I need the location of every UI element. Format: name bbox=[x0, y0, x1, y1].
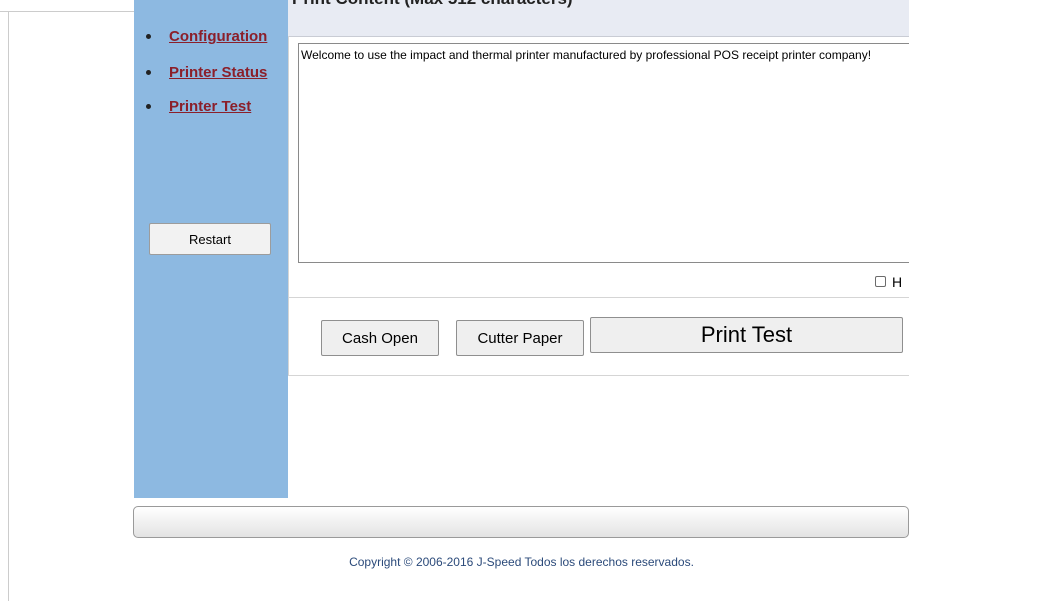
header-divider bbox=[288, 36, 909, 37]
print-content-input[interactable]: Welcome to use the impact and thermal pr… bbox=[298, 43, 938, 263]
progress-bar bbox=[133, 506, 909, 538]
sidebar: Configuration Printer Status Printer Tes… bbox=[134, 0, 288, 498]
panel-border bbox=[288, 36, 289, 376]
buttons-divider bbox=[288, 297, 909, 298]
hex-checkbox-label: H bbox=[892, 274, 903, 290]
page: Configuration Printer Status Printer Tes… bbox=[0, 0, 1043, 601]
bullet-icon bbox=[146, 104, 151, 109]
cash-open-button[interactable]: Cash Open bbox=[321, 320, 439, 356]
print-test-button[interactable]: Print Test bbox=[590, 317, 903, 353]
printer-status-link[interactable]: Printer Status bbox=[169, 64, 267, 81]
printer-test-link[interactable]: Printer Test bbox=[169, 98, 251, 115]
content-clip-area bbox=[909, 0, 1043, 380]
cutter-paper-button[interactable]: Cutter Paper bbox=[456, 320, 584, 356]
left-divider bbox=[8, 11, 9, 601]
restart-button[interactable]: Restart bbox=[149, 223, 271, 255]
hex-checkbox[interactable] bbox=[875, 276, 886, 287]
section-header: Print Content (Max 512 characters) bbox=[288, 0, 909, 36]
bullet-icon bbox=[146, 70, 151, 75]
copyright-text: Copyright © 2006-2016 J-Speed Todos los … bbox=[349, 555, 694, 569]
panel-bottom-divider bbox=[288, 375, 909, 376]
section-title: Print Content (Max 512 characters) bbox=[292, 0, 573, 9]
bullet-icon bbox=[146, 34, 151, 39]
print-test-panel: Print Content (Max 512 characters) Welco… bbox=[288, 0, 938, 376]
configuration-link[interactable]: Configuration bbox=[169, 28, 267, 45]
